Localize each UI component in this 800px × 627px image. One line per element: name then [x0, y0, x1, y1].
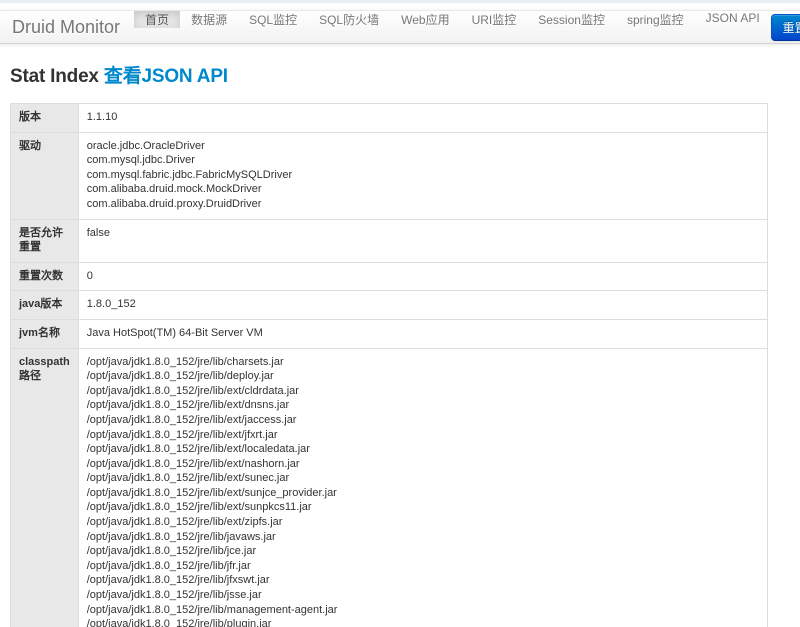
page-title-text: Stat Index [10, 66, 104, 87]
content: Stat Index 查看JSON API 版本 1.1.10 驱动 oracl… [0, 61, 800, 627]
stat-value-line: /opt/java/jdk1.8.0_152/jre/lib/javaws.ja… [86, 530, 276, 543]
stat-value-line: /opt/java/jdk1.8.0_152/jre/lib/jfxswt.ja… [86, 574, 270, 587]
reset-button[interactable]: 重置 [770, 13, 800, 41]
stat-value-line: /opt/java/jdk1.8.0_152/jre/lib/deploy.ja… [86, 370, 274, 383]
stat-label: jvm名称 [10, 318, 79, 349]
stat-value-line: /opt/java/jdk1.8.0_152/jre/lib/ext/nasho… [86, 457, 300, 470]
stat-label: java版本 [10, 290, 79, 320]
stat-value-line: /opt/java/jdk1.8.0_152/jre/lib/jce.jar [86, 545, 257, 558]
stat-label: 重置次数 [10, 261, 79, 292]
table-row-java-version: java版本 1.8.0_152 [10, 290, 769, 320]
stat-value-line: 0 [86, 269, 93, 282]
stat-value-line: /opt/java/jdk1.8.0_152/jre/lib/jsse.jar [86, 589, 262, 602]
stat-label: classpath路径 [10, 347, 79, 627]
table-row-classpath: classpath路径 /opt/java/jdk1.8.0_152/jre/l… [10, 347, 769, 627]
stat-value-line: Java HotSpot(TM) 64-Bit Server VM [86, 326, 263, 339]
stat-value-line: /opt/java/jdk1.8.0_152/jre/lib/ext/zipfs… [86, 516, 283, 529]
nav-item-spring-monitor[interactable]: spring监控 [616, 11, 695, 28]
nav-item-session-monitor[interactable]: Session监控 [527, 11, 616, 28]
stat-value-line: /opt/java/jdk1.8.0_152/jre/lib/ext/cldrd… [86, 384, 299, 397]
stat-value-line: 1.1.10 [86, 111, 118, 123]
stat-value: 1.8.0_152 [77, 290, 769, 320]
stat-value-line: false [86, 226, 110, 239]
stat-value: false [77, 218, 769, 263]
stat-value-line: com.mysql.jdbc.Driver [86, 154, 195, 167]
navbar-buttons: 重置 记录日志并重置 [770, 11, 800, 43]
stat-value-line: /opt/java/jdk1.8.0_152/jre/lib/managemen… [86, 603, 338, 616]
stat-value: /opt/java/jdk1.8.0_152/jre/lib/charsets.… [77, 347, 769, 627]
brand-druid-monitor[interactable]: Druid Monitor [0, 11, 134, 43]
nav-item-web-app[interactable]: Web应用 [390, 11, 460, 28]
stat-value-line: /opt/java/jdk1.8.0_152/jre/lib/ext/dnsns… [86, 399, 290, 412]
stat-value: 0 [77, 261, 769, 292]
stat-value-line: com.alibaba.druid.mock.MockDriver [86, 183, 262, 196]
table-row-jvm-name: jvm名称 Java HotSpot(TM) 64-Bit Server VM [10, 318, 769, 349]
nav-item-uri-monitor[interactable]: URI监控 [461, 11, 528, 28]
table-row-reset-count: 重置次数 0 [10, 261, 769, 292]
stat-value-line: /opt/java/jdk1.8.0_152/jre/lib/ext/jacce… [86, 413, 297, 426]
nav-item-home[interactable]: 首页 [134, 11, 181, 28]
view-json-api-link[interactable]: 查看JSON API [104, 66, 228, 87]
stat-value-line: /opt/java/jdk1.8.0_152/jre/lib/ext/sunpk… [86, 501, 312, 514]
main-nav: 首页 数据源 SQL监控 SQL防火墙 Web应用 URI监控 Session监… [134, 11, 771, 43]
stat-value-line: /opt/java/jdk1.8.0_152/jre/lib/ext/local… [86, 443, 310, 456]
stat-label: 驱动 [10, 131, 79, 220]
stat-label: 版本 [10, 103, 79, 133]
stat-value-line: /opt/java/jdk1.8.0_152/jre/lib/charsets.… [86, 355, 284, 368]
stat-value: oracle.jdbc.OracleDriver com.mysql.jdbc.… [77, 131, 769, 220]
top-strip [0, 0, 800, 3]
table-row-drivers: 驱动 oracle.jdbc.OracleDriver com.mysql.jd… [10, 131, 769, 220]
stat-value-line: /opt/java/jdk1.8.0_152/jre/lib/jfr.jar [86, 559, 251, 572]
stat-value-line: /opt/java/jdk1.8.0_152/jre/lib/plugin.ja… [86, 618, 272, 627]
nav-item-json-api[interactable]: JSON API [695, 11, 771, 25]
stat-value-line: oracle.jdbc.OracleDriver [86, 139, 205, 152]
stat-value-line: /opt/java/jdk1.8.0_152/jre/lib/ext/jfxrt… [86, 428, 278, 441]
stat-value-line: /opt/java/jdk1.8.0_152/jre/lib/ext/sunjc… [86, 486, 337, 499]
stat-value-line: /opt/java/jdk1.8.0_152/jre/lib/ext/sunec… [86, 472, 290, 485]
stat-value-line: com.alibaba.druid.proxy.DruidDriver [86, 197, 262, 210]
stat-value-line: 1.8.0_152 [86, 298, 136, 311]
nav-item-sql-firewall[interactable]: SQL防火墙 [308, 11, 390, 28]
nav-item-sql-monitor[interactable]: SQL监控 [238, 11, 308, 28]
stat-value-line: com.mysql.fabric.jdbc.FabricMySQLDriver [86, 168, 293, 181]
table-row-reset-enable: 是否允许重置 false [10, 218, 769, 263]
stat-index-table: 版本 1.1.10 驱动 oracle.jdbc.OracleDriver co… [10, 103, 769, 627]
navbar-inner: Druid Monitor 首页 数据源 SQL监控 SQL防火墙 Web应用 … [0, 10, 800, 44]
stat-value: 1.1.10 [77, 103, 769, 133]
nav-item-datasource[interactable]: 数据源 [180, 11, 238, 28]
table-row-version: 版本 1.1.10 [10, 103, 769, 133]
page-title: Stat Index 查看JSON API [10, 61, 790, 88]
stat-value: Java HotSpot(TM) 64-Bit Server VM [77, 318, 769, 349]
navbar: Druid Monitor 首页 数据源 SQL监控 SQL防火墙 Web应用 … [0, 10, 800, 44]
stat-label: 是否允许重置 [10, 218, 79, 263]
